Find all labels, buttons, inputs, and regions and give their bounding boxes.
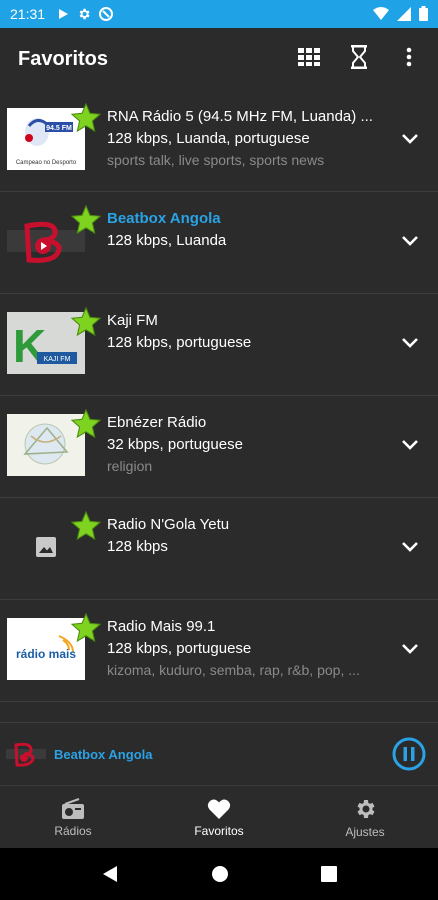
nav-ajustes-label: Ajustes xyxy=(345,824,385,839)
battery-icon xyxy=(419,6,428,21)
radio-icon xyxy=(62,797,84,819)
nav-radios[interactable]: Rádios xyxy=(0,786,146,849)
svg-text:94.5 FM: 94.5 FM xyxy=(46,125,72,132)
grid-view-button[interactable] xyxy=(294,42,324,72)
favorite-star-icon[interactable] xyxy=(70,510,102,542)
status-time: 21:31 xyxy=(10,6,46,22)
station-meta: 128 kbps, Luanda, portuguese xyxy=(107,130,310,147)
chevron-down-icon[interactable] xyxy=(400,536,420,556)
chevron-down-icon[interactable] xyxy=(400,638,420,658)
svg-text:KAJI FM: KAJI FM xyxy=(44,356,71,363)
home-icon[interactable] xyxy=(211,865,229,883)
station-item[interactable]: Beatbox Angola 128 kbps, Luanda xyxy=(0,192,438,294)
svg-text:rádio mais: rádio mais xyxy=(16,647,76,661)
status-bar: 21:31 xyxy=(0,0,438,28)
favorites-list: 94.5 FM Campeao no Desporto RNA Rádio 5 … xyxy=(0,90,438,722)
station-name: RNA Rádio 5 (94.5 MHz FM, Luanda) ... xyxy=(107,108,373,125)
chevron-down-icon[interactable] xyxy=(400,230,420,250)
station-name: Radio N'Gola Yetu xyxy=(107,516,230,533)
bottom-navigation: Rádios Favoritos Ajustes xyxy=(0,785,438,849)
station-tags: kizoma, kuduro, semba, rap, r&b, pop, ..… xyxy=(107,662,360,678)
nav-radios-label: Rádios xyxy=(54,823,92,838)
gear-icon xyxy=(357,799,375,818)
favorite-star-icon[interactable] xyxy=(70,408,102,440)
image-placeholder-icon xyxy=(36,537,56,557)
favorite-star-icon[interactable] xyxy=(70,102,102,134)
svg-text:Campeao no Desporto: Campeao no Desporto xyxy=(16,160,77,166)
pause-button[interactable] xyxy=(392,737,426,771)
station-meta: 128 kbps, Luanda xyxy=(107,232,227,249)
heart-icon xyxy=(207,799,231,819)
player-station-logo xyxy=(6,742,46,767)
chevron-down-icon[interactable] xyxy=(400,332,420,352)
chevron-down-icon[interactable] xyxy=(400,434,420,454)
wifi-icon xyxy=(373,6,389,20)
system-navigation-bar xyxy=(0,848,438,900)
sleep-timer-button[interactable] xyxy=(344,42,374,72)
station-name: Beatbox Angola xyxy=(107,210,221,227)
hourglass-icon xyxy=(351,45,367,69)
svg-text:K: K xyxy=(13,320,46,372)
station-item[interactable]: 94.5 FM Campeao no Desporto RNA Rádio 5 … xyxy=(0,90,438,192)
station-item[interactable]: Ebnézer Rádio 32 kbps, portuguese religi… xyxy=(0,396,438,498)
station-tags: religion xyxy=(107,458,153,474)
station-meta: 32 kbps, portuguese xyxy=(107,436,243,453)
favorite-star-icon[interactable] xyxy=(70,204,102,236)
station-name: Ebnézer Rádio xyxy=(107,414,207,431)
app-bar: Favoritos xyxy=(0,28,438,90)
grid-icon xyxy=(298,48,320,66)
page-title: Favoritos xyxy=(18,47,109,70)
station-name: Kaji FM xyxy=(107,312,158,329)
back-icon[interactable] xyxy=(101,864,119,884)
station-item[interactable]: Radio N'Gola Yetu 128 kbps xyxy=(0,498,438,600)
player-station-name: Beatbox Angola xyxy=(54,747,153,762)
station-meta: 128 kbps, portuguese xyxy=(107,640,252,657)
mini-player[interactable]: Beatbox Angola xyxy=(0,722,438,786)
signal-icon xyxy=(397,6,411,21)
more-vert-icon xyxy=(406,47,412,67)
play-status-icon xyxy=(59,9,69,19)
favorite-star-icon[interactable] xyxy=(70,612,102,644)
overflow-menu-button[interactable] xyxy=(394,42,424,72)
station-item[interactable]: rádio mais Radio Mais 99.1 128 kbps, por… xyxy=(0,600,438,702)
station-meta: 128 kbps, portuguese xyxy=(107,334,252,351)
recents-icon[interactable] xyxy=(321,866,337,882)
nav-favoritos-label: Favoritos xyxy=(194,823,244,838)
nav-favoritos[interactable]: Favoritos xyxy=(146,786,292,849)
gear-status-icon xyxy=(79,8,90,20)
station-name: Radio Mais 99.1 xyxy=(107,618,216,635)
app-screen: 21:31 Favoritos 94.5 FM Campeao no Despo… xyxy=(0,0,438,900)
station-meta: 128 kbps xyxy=(107,538,168,555)
station-item[interactable]: K KAJI FM Kaji FM 128 kbps, portuguese xyxy=(0,294,438,396)
station-tags: sports talk, live sports, sports news xyxy=(107,152,325,168)
nav-ajustes[interactable]: Ajustes xyxy=(292,786,438,849)
chevron-down-icon[interactable] xyxy=(400,128,420,148)
favorite-star-icon[interactable] xyxy=(70,306,102,338)
sync-status-icon xyxy=(99,7,114,21)
